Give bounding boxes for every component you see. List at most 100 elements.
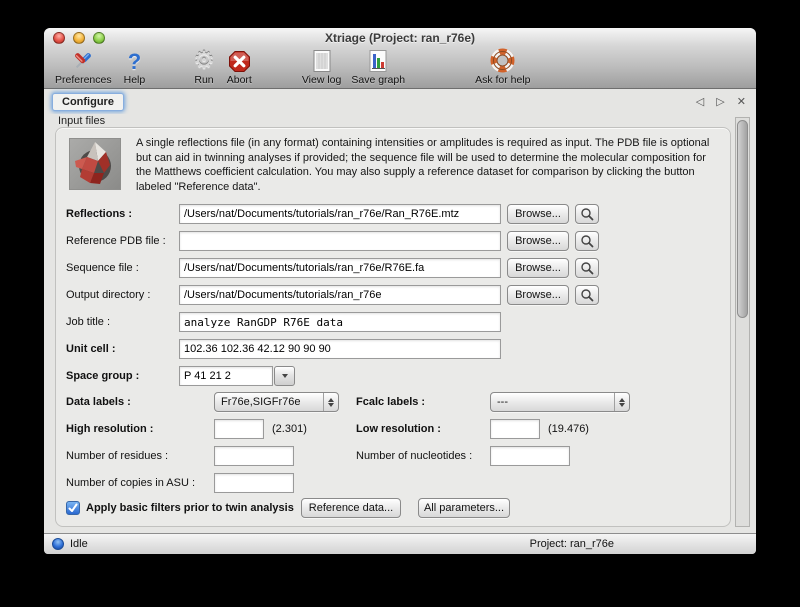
toolbar-label: Help bbox=[124, 74, 146, 86]
input-files-groupbox: A single reflections file (in any format… bbox=[55, 127, 731, 527]
toolbar-label: Run bbox=[194, 74, 213, 86]
tab-strip: Configure ◁ ▷ ✕ bbox=[44, 89, 756, 114]
reflections-label: Reflections : bbox=[66, 204, 132, 224]
toolbar-label: Preferences bbox=[55, 74, 112, 86]
section-label: Input files bbox=[58, 115, 105, 127]
status-bar: Idle Project: ran_r76e bbox=[44, 533, 756, 554]
vertical-scrollbar[interactable] bbox=[735, 117, 750, 527]
high-resolution-label: High resolution : bbox=[66, 419, 153, 439]
num-copies-input[interactable] bbox=[214, 473, 294, 493]
residues-row: Number of residues : Number of nucleotid… bbox=[56, 446, 730, 466]
main-content: Input files bbox=[44, 114, 756, 533]
num-residues-label: Number of residues : bbox=[66, 446, 168, 466]
high-resolution-hint: (2.301) bbox=[272, 419, 307, 439]
stepper-arrows-icon bbox=[323, 393, 338, 411]
crystal-icon bbox=[69, 138, 121, 190]
reflections-input[interactable] bbox=[179, 204, 501, 224]
reference-pdb-label: Reference PDB file : bbox=[66, 231, 166, 251]
status-indicator-icon bbox=[52, 538, 64, 550]
num-nucleotides-input[interactable] bbox=[490, 446, 570, 466]
sequence-browse-button[interactable]: Browse... bbox=[507, 258, 569, 278]
stop-x-icon bbox=[228, 48, 251, 73]
apply-filters-checkbox[interactable] bbox=[66, 501, 80, 515]
question-mark-icon: ? bbox=[128, 48, 141, 73]
reflections-row: Reflections : Browse... bbox=[56, 204, 730, 224]
reference-pdb-input[interactable] bbox=[179, 231, 501, 251]
reference-data-button[interactable]: Reference data... bbox=[301, 498, 401, 518]
tab-configure[interactable]: Configure bbox=[52, 93, 124, 111]
sequence-label: Sequence file : bbox=[66, 258, 139, 278]
apply-filters-label: Apply basic filters prior to twin analys… bbox=[86, 498, 294, 518]
reference-pdb-viewer-button[interactable] bbox=[575, 231, 599, 251]
output-directory-row: Output directory : Browse... bbox=[56, 285, 730, 305]
reference-pdb-row: Reference PDB file : Browse... bbox=[56, 231, 730, 251]
data-labels-row: Data labels : Fr76e,SIGFr76e Fcalc label… bbox=[56, 392, 730, 412]
num-residues-input[interactable] bbox=[214, 446, 294, 466]
output-directory-viewer-button[interactable] bbox=[575, 285, 599, 305]
zoom-button[interactable] bbox=[93, 32, 105, 44]
gear-icon: ⚙ bbox=[193, 48, 215, 73]
toolbar-label: Save graph bbox=[351, 74, 405, 86]
all-parameters-button[interactable]: All parameters... bbox=[418, 498, 510, 518]
fcalc-labels-select[interactable]: --- bbox=[490, 392, 630, 412]
checkmark-icon bbox=[67, 502, 79, 514]
reference-pdb-browse-button[interactable]: Browse... bbox=[507, 231, 569, 251]
stepper-arrows-icon bbox=[614, 393, 629, 411]
scrollbar-thumb[interactable] bbox=[737, 120, 748, 318]
chevron-down-icon bbox=[282, 374, 288, 378]
space-group-input[interactable] bbox=[179, 366, 273, 386]
toolbar-label: View log bbox=[302, 74, 342, 86]
window-title: Xtriage (Project: ran_r76e) bbox=[44, 28, 756, 48]
toolbar-button-abort[interactable]: Abort bbox=[224, 48, 255, 86]
tab-nav-controls: ◁ ▷ ✕ bbox=[687, 95, 746, 108]
low-resolution-input[interactable] bbox=[490, 419, 540, 439]
output-directory-browse-button[interactable]: Browse... bbox=[507, 285, 569, 305]
sequence-input[interactable] bbox=[179, 258, 501, 278]
toolbar-button-run[interactable]: ⚙ Run bbox=[190, 48, 218, 86]
window-chrome: Xtriage (Project: ran_r76e) Preferences … bbox=[44, 28, 756, 89]
magnifier-icon bbox=[580, 261, 594, 275]
job-title-input[interactable] bbox=[179, 312, 501, 332]
data-labels-select[interactable]: Fr76e,SIGFr76e bbox=[214, 392, 339, 412]
output-directory-input[interactable] bbox=[179, 285, 501, 305]
tab-close-icon[interactable]: ✕ bbox=[737, 96, 746, 108]
toolbar-label: Abort bbox=[227, 74, 252, 86]
tab-next-icon[interactable]: ▷ bbox=[716, 96, 724, 108]
job-title-label: Job title : bbox=[66, 312, 110, 332]
toolbar-button-askforhelp[interactable]: Ask for help bbox=[472, 48, 533, 86]
magnifier-icon bbox=[580, 234, 594, 248]
log-document-icon bbox=[311, 48, 333, 73]
high-resolution-input[interactable] bbox=[214, 419, 264, 439]
low-resolution-label: Low resolution : bbox=[356, 419, 441, 439]
life-ring-icon bbox=[490, 48, 515, 73]
toolbar-button-savegraph[interactable]: Save graph bbox=[348, 48, 408, 86]
magnifier-icon bbox=[580, 288, 594, 302]
sequence-row: Sequence file : Browse... bbox=[56, 258, 730, 278]
close-button[interactable] bbox=[53, 32, 65, 44]
job-title-row: Job title : bbox=[56, 312, 730, 332]
magnifier-icon bbox=[580, 207, 594, 221]
toolbar-button-viewlog[interactable]: View log bbox=[299, 48, 345, 86]
title-bar[interactable]: Xtriage (Project: ran_r76e) bbox=[44, 28, 756, 48]
tools-icon bbox=[71, 48, 95, 73]
unit-cell-input[interactable] bbox=[179, 339, 501, 359]
space-group-dropdown-button[interactable] bbox=[274, 366, 295, 386]
bar-chart-icon bbox=[367, 48, 389, 73]
status-text: Idle bbox=[70, 534, 88, 554]
space-group-row: Space group : bbox=[56, 366, 730, 386]
project-text: Project: ran_r76e bbox=[530, 534, 614, 554]
num-copies-label: Number of copies in ASU : bbox=[66, 473, 195, 493]
minimize-button[interactable] bbox=[73, 32, 85, 44]
reflections-browse-button[interactable]: Browse... bbox=[507, 204, 569, 224]
data-labels-value: Fr76e,SIGFr76e bbox=[215, 396, 323, 408]
toolbar-button-preferences[interactable]: Preferences bbox=[52, 48, 115, 86]
reflections-viewer-button[interactable] bbox=[575, 204, 599, 224]
sequence-viewer-button[interactable] bbox=[575, 258, 599, 278]
fcalc-labels-label: Fcalc labels : bbox=[356, 392, 425, 412]
tab-label: Configure bbox=[62, 96, 114, 108]
toolbar-button-help[interactable]: ? Help bbox=[121, 48, 149, 86]
tab-prev-icon[interactable]: ◁ bbox=[696, 96, 704, 108]
space-group-label: Space group : bbox=[66, 366, 139, 386]
app-window: Xtriage (Project: ran_r76e) Preferences … bbox=[44, 28, 756, 554]
fcalc-labels-value: --- bbox=[491, 396, 614, 408]
